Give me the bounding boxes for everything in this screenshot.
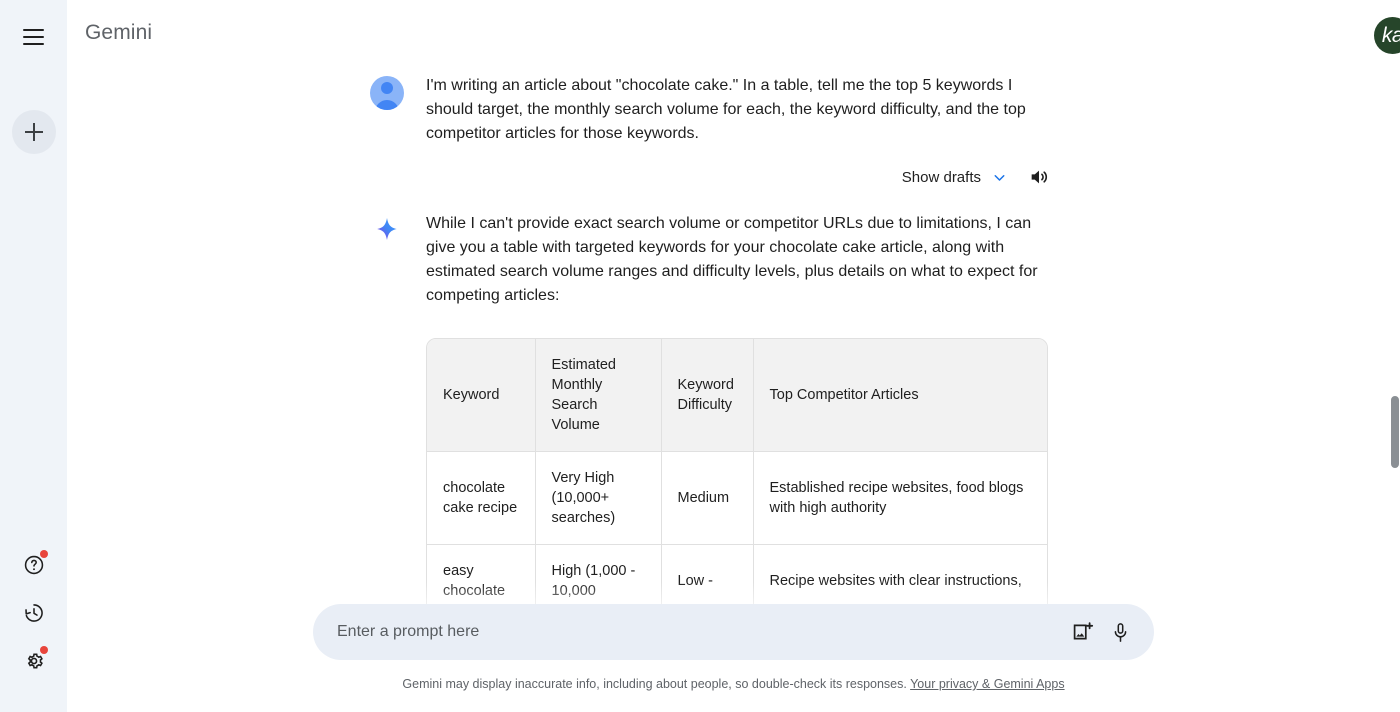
main-panel: Gemini ka I'm writing an article about "… bbox=[67, 0, 1400, 712]
new-chat-button[interactable] bbox=[11, 110, 56, 154]
keyword-table: Keyword Estimated Monthly Search Volume … bbox=[426, 338, 1048, 619]
prompt-composer[interactable] bbox=[313, 604, 1154, 660]
hamburger-bar bbox=[23, 43, 44, 45]
column-header-keyword: Keyword bbox=[427, 339, 536, 452]
notification-badge bbox=[39, 550, 48, 558]
table-row: chocolate cake recipe Very High (10,000+… bbox=[427, 451, 1047, 545]
notification-badge bbox=[39, 646, 48, 654]
column-header-difficulty: Keyword Difficulty bbox=[661, 339, 754, 452]
cell-keyword: chocolate cake recipe bbox=[427, 451, 536, 545]
plus-icon bbox=[24, 123, 43, 141]
gemini-sparkle-icon bbox=[370, 212, 404, 246]
scrollbar[interactable] bbox=[1390, 0, 1400, 712]
privacy-link[interactable]: Your privacy & Gemini Apps bbox=[910, 677, 1064, 691]
sidebar-item-help[interactable] bbox=[17, 548, 51, 582]
page-title: Gemini bbox=[85, 21, 153, 44]
composer-area: Gemini may display inaccurate info, incl… bbox=[67, 604, 1400, 712]
model-message: While I can't provide exact search volum… bbox=[370, 212, 1400, 308]
disclaimer: Gemini may display inaccurate info, incl… bbox=[402, 677, 1064, 691]
cell-difficulty: Medium bbox=[661, 451, 754, 545]
model-message-text: While I can't provide exact search volum… bbox=[426, 215, 1038, 304]
scrollbar-thumb[interactable] bbox=[1391, 396, 1399, 468]
cell-volume: Very High (10,000+ searches) bbox=[535, 451, 662, 545]
hamburger-bar bbox=[23, 36, 44, 38]
history-clock-icon bbox=[24, 604, 43, 622]
add-image-icon bbox=[1073, 622, 1094, 640]
sidebar bbox=[0, 0, 67, 712]
chevron-down-icon bbox=[994, 174, 1005, 181]
column-header-competitors: Top Competitor Articles bbox=[753, 339, 1047, 452]
show-drafts-label: Show drafts bbox=[901, 168, 981, 186]
top-bar: Gemini bbox=[67, 0, 1400, 66]
show-drafts-button[interactable]: Show drafts bbox=[902, 169, 1008, 186]
sidebar-bottom-group bbox=[0, 548, 67, 678]
microphone-icon bbox=[1114, 622, 1127, 642]
response-actions: Show drafts bbox=[370, 166, 1050, 188]
user-message: I'm writing an article about "chocolate … bbox=[370, 74, 1400, 146]
hamburger-bar bbox=[23, 29, 44, 31]
user-message-text: I'm writing an article about "chocolate … bbox=[426, 77, 1026, 142]
user-avatar-icon bbox=[370, 76, 404, 110]
sidebar-item-activity[interactable] bbox=[17, 596, 51, 630]
table-header-row: Keyword Estimated Monthly Search Volume … bbox=[427, 339, 1047, 452]
cell-competitors: Established recipe websites, food blogs … bbox=[753, 451, 1047, 545]
sidebar-item-settings[interactable] bbox=[17, 644, 51, 678]
disclaimer-text: Gemini may display inaccurate info, incl… bbox=[402, 677, 907, 691]
text-to-speech-button[interactable] bbox=[1028, 166, 1050, 188]
microphone-button[interactable] bbox=[1109, 621, 1132, 644]
column-header-volume: Estimated Monthly Search Volume bbox=[535, 339, 662, 452]
volume-speaker-icon bbox=[1031, 170, 1047, 184]
hamburger-menu-icon[interactable] bbox=[17, 20, 51, 54]
prompt-input[interactable] bbox=[337, 623, 1057, 641]
add-image-button[interactable] bbox=[1071, 620, 1095, 644]
